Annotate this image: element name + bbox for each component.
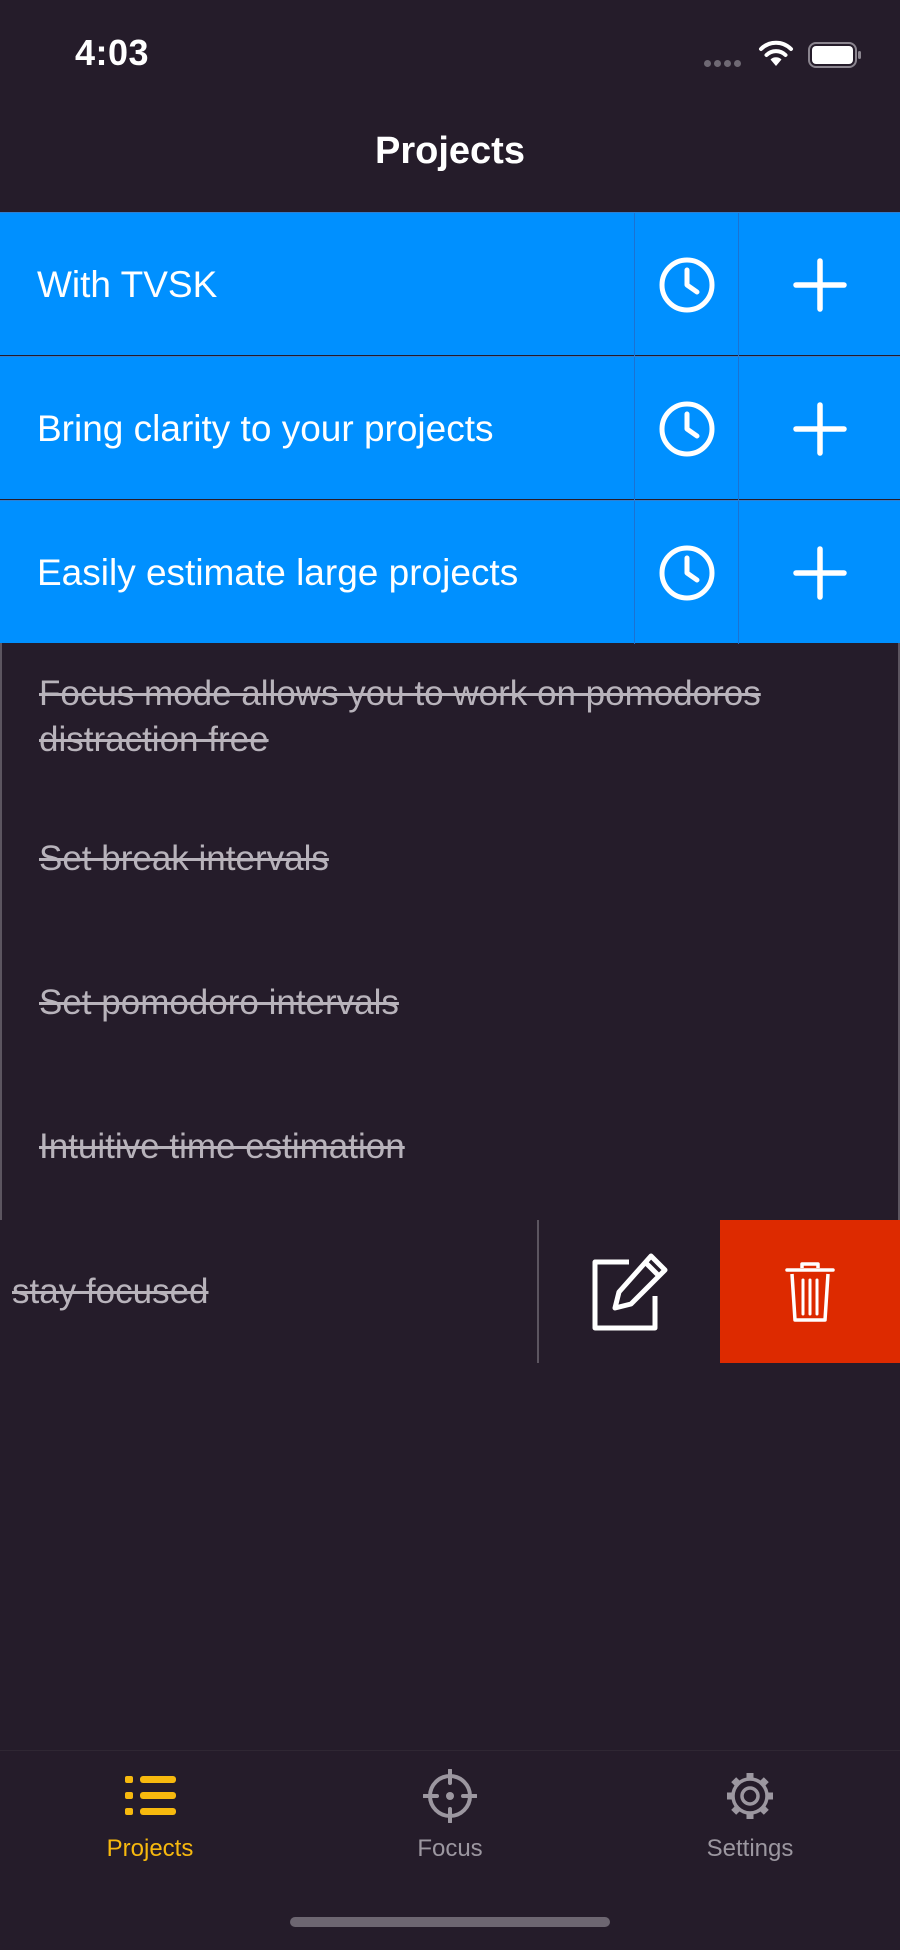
project-timer-button[interactable] <box>634 501 738 644</box>
project-title: Easily estimate large projects <box>37 552 519 593</box>
tab-focus[interactable]: Focus <box>300 1769 600 1889</box>
tab-settings[interactable]: Settings <box>600 1769 900 1889</box>
plus-icon <box>792 401 847 456</box>
clock-icon <box>659 545 714 600</box>
edit-button[interactable] <box>539 1220 719 1363</box>
status-bar: 4:03 <box>0 0 900 110</box>
project-timer-button[interactable] <box>634 213 738 356</box>
crosshair-icon <box>423 1769 477 1823</box>
task-list: Focus mode allows you to work on pomodor… <box>0 643 900 1220</box>
project-title: With TVSK <box>37 264 218 305</box>
add-task-button[interactable] <box>738 357 900 500</box>
add-task-button[interactable] <box>738 501 900 644</box>
tab-projects[interactable]: Projects <box>0 1769 300 1889</box>
clock-icon <box>659 401 714 456</box>
page-title: Projects <box>375 130 525 172</box>
wifi-icon <box>759 40 793 66</box>
swiped-task-row[interactable]: stay focused <box>0 1220 900 1363</box>
task-item[interactable]: stay focused <box>0 1220 209 1363</box>
clock-icon <box>659 257 714 312</box>
plus-icon <box>792 257 847 312</box>
project-row[interactable]: Easily estimate large projects <box>0 500 900 644</box>
status-time: 4:03 <box>75 32 150 73</box>
list-icon <box>125 1776 176 1815</box>
task-item[interactable]: Focus mode allows you to work on pomodor… <box>39 671 859 763</box>
project-title: Bring clarity to your projects <box>37 408 494 449</box>
home-indicator[interactable] <box>290 1917 610 1927</box>
project-row[interactable]: Bring clarity to your projects <box>0 356 900 500</box>
tab-label: Focus <box>417 1835 483 1862</box>
trash-icon <box>785 1261 835 1322</box>
gear-icon <box>727 1773 773 1819</box>
task-item[interactable]: Intuitive time estimation <box>39 1124 859 1170</box>
project-row[interactable]: With TVSK <box>0 212 900 356</box>
project-timer-button[interactable] <box>634 357 738 500</box>
plus-icon <box>792 545 847 600</box>
add-task-button[interactable] <box>738 213 900 356</box>
edit-icon <box>592 1253 668 1330</box>
cellular-signal-icon <box>704 60 744 68</box>
task-item[interactable]: Set break intervals <box>39 836 859 882</box>
tab-label: Settings <box>706 1835 794 1862</box>
delete-button[interactable] <box>720 1220 900 1363</box>
battery-icon <box>808 42 861 68</box>
tab-label: Projects <box>106 1835 194 1862</box>
task-item[interactable]: Set pomodoro intervals <box>39 980 859 1026</box>
